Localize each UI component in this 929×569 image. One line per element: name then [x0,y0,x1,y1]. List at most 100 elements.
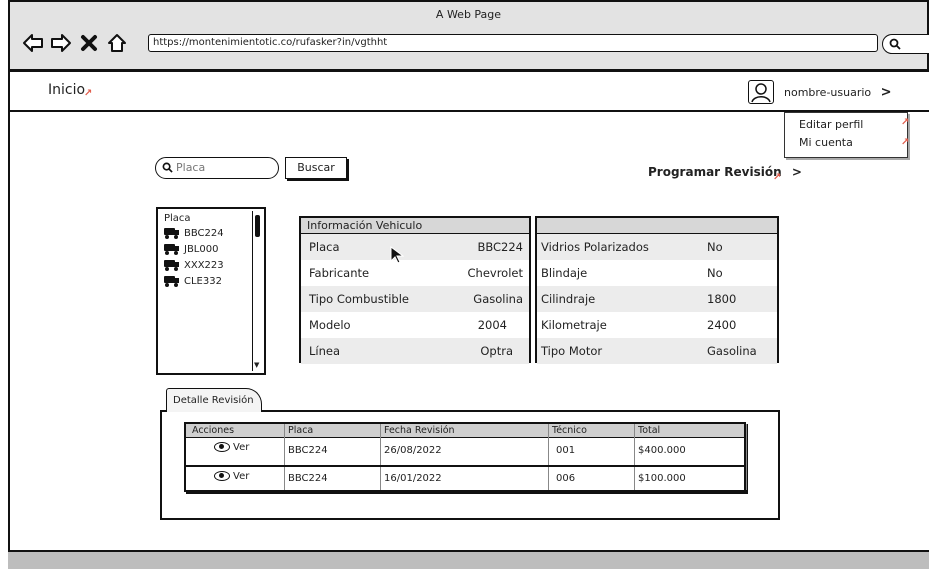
row-value: 2400 [707,318,737,332]
table-row: Tipo Motor Gasolina [537,338,777,364]
row-label: Tipo Motor [541,344,603,358]
plate-search-input[interactable]: Placa [155,157,279,179]
search-button[interactable]: Buscar [285,157,347,179]
home-icon[interactable] [106,32,128,54]
window-title: A Web Page [435,8,502,21]
cell-placa: BBC224 [288,473,328,484]
table-row: Modelo 2004 [301,312,529,338]
truck-icon [164,259,180,271]
truck-icon [164,275,180,287]
column-header: Fecha Revisión [384,425,455,436]
row-value: 1800 [707,292,737,306]
mouse-cursor-icon [390,246,404,264]
browser-search[interactable] [882,34,929,54]
avatar[interactable] [748,80,774,104]
truck-icon [164,243,180,255]
status-bar [8,550,929,569]
list-item[interactable]: BBC224 [164,227,224,239]
home-link[interactable]: Inicio [48,82,85,98]
search-icon [162,162,173,173]
column-header: Acciones [192,425,235,436]
cell-placa: BBC224 [288,445,328,456]
vehicle-specs-table: Vidrios Polarizados No Blindaje No Cilin… [535,216,779,364]
review-detail-table: Acciones Placa Fecha Revisión Técnico To… [184,422,747,493]
row-label: Modelo [309,318,351,332]
arrow-right-icon[interactable] [50,32,72,54]
table-row: Placa BBC224 [301,234,529,260]
tab-detalle-revision[interactable]: Detalle Revisión [166,388,262,412]
column-header: Total [638,425,661,436]
cell-total: $100.000 [638,473,686,484]
row-label: Placa [309,240,340,254]
search-icon [889,38,901,50]
vehicle-info-table: Información Vehiculo Placa BBC224 Fabric… [299,216,531,364]
row-value: Gasolina [707,344,757,358]
row-value: 2004 [477,318,507,332]
truck-icon [164,227,180,239]
row-label: Cilindraje [541,292,596,306]
list-item-label: BBC224 [184,227,224,239]
row-label: Vidrios Polarizados [541,240,649,254]
row-label: Blindaje [541,266,588,280]
cell-tecnico: 001 [556,445,576,456]
table-header: Acciones Placa Fecha Revisión Técnico To… [186,424,744,438]
username: nombre-usuario [784,86,872,99]
cell-tecnico: 006 [556,473,576,484]
list-scrollbar[interactable]: ▼ [252,211,262,371]
close-icon[interactable] [78,32,100,54]
cell-fecha: 26/08/2022 [384,445,442,456]
list-item[interactable]: JBL000 [164,243,218,255]
table-row: Blindaje No [537,260,777,286]
scroll-down-icon[interactable]: ▼ [254,361,259,369]
table-row: Kilometraje 2400 [537,312,777,338]
list-item[interactable]: CLE332 [164,275,222,287]
list-item[interactable]: XXX223 [164,259,224,271]
search-placeholder: Placa [176,161,206,174]
view-label: Ver [233,442,250,453]
row-label: Kilometraje [541,318,607,332]
username-menu[interactable]: nombre-usuario > [784,85,892,100]
plate-list: Placa BBC224 JBL000 XXX223 CLE332 ▼ [156,207,266,375]
row-label: Fabricante [309,266,370,280]
browser-toolbar: A Web Page https://montenimientotic.co/r… [8,0,929,72]
row-value: Chevrolet [467,266,524,280]
user-icon [751,83,771,103]
row-value: Gasolina [473,292,523,306]
list-item-label: XXX223 [184,259,224,271]
column-header: Técnico [552,425,587,436]
row-value: No [707,266,723,280]
link-marker-icon: ↗ [84,88,93,99]
list-item-label: JBL000 [184,243,219,255]
table-row: Línea Optra [301,338,529,364]
column-header: Placa [288,425,314,436]
list-item-label: CLE332 [184,275,222,287]
scroll-thumb[interactable] [255,215,260,237]
row-value: No [707,240,723,254]
schedule-review-label: Programar Revisión [648,165,782,179]
view-action[interactable]: Ver [214,471,249,482]
chevron-right-icon: > [791,165,802,179]
view-action[interactable]: Ver [214,442,249,453]
table-row: Fabricante Chevrolet [301,260,529,286]
cell-fecha: 16/01/2022 [384,473,442,484]
table-row: Cilindraje 1800 [537,286,777,312]
cell-total: $400.000 [638,445,686,456]
home-link-label: Inicio [48,82,86,98]
chevron-right-icon: > [880,85,892,100]
table-row: Vidrios Polarizados No [537,234,777,260]
eye-icon [214,442,230,452]
table-row: Tipo Combustible Gasolina [301,286,529,312]
plate-list-title: Placa [164,213,191,224]
arrow-left-icon[interactable] [22,32,44,54]
row-label: Línea [309,344,341,358]
table-row: Ver BBC224 26/08/2022 001 $400.000 [186,439,744,465]
url-bar[interactable]: https://montenimientotic.co/rufasker?in/… [148,34,878,52]
row-label: Tipo Combustible [309,292,409,306]
row-value: Optra [480,344,513,358]
vehicle-info-title: Información Vehiculo [301,218,529,234]
eye-icon [214,471,230,481]
row-value: BBC224 [477,240,523,254]
table-row: Ver BBC224 16/01/2022 006 $100.000 [186,467,744,493]
view-label: Ver [233,471,250,482]
link-marker-icon: ↗ [773,172,782,183]
